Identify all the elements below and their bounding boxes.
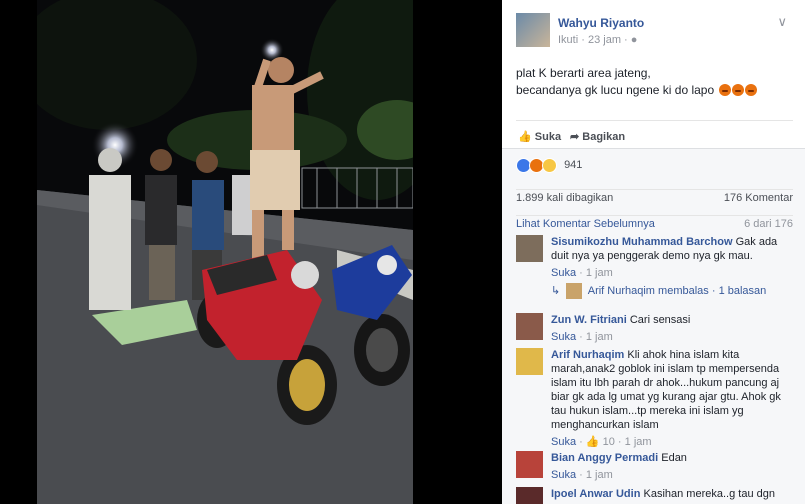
avatar[interactable] bbox=[516, 348, 543, 375]
post-text: plat K berarti area jateng, becandanya g… bbox=[516, 65, 796, 99]
reaction-count: 941 bbox=[564, 159, 583, 172]
reactions-bar[interactable]: 941 bbox=[516, 158, 583, 173]
post-time[interactable]: 23 jam bbox=[588, 34, 621, 46]
photo-viewer bbox=[0, 0, 502, 504]
comments-page: 6 dari 176 bbox=[744, 218, 793, 230]
comment-text: Cari sensasi bbox=[629, 314, 691, 326]
shares-row: 1.899 kali dibagikan 176 Komentar bbox=[516, 189, 793, 204]
comment-time[interactable]: 1 jam bbox=[586, 331, 613, 343]
sad-reaction-icon bbox=[542, 158, 557, 173]
comment-time[interactable]: 1 jam bbox=[586, 469, 613, 481]
previous-comments-link[interactable]: Lihat Komentar Sebelumnya bbox=[516, 218, 655, 230]
previous-comments-row: Lihat Komentar Sebelumnya 6 dari 176 bbox=[516, 215, 793, 230]
like-button[interactable]: 👍 Suka bbox=[518, 130, 561, 143]
post-actions: 👍 Suka ➦ Bagikan bbox=[516, 120, 793, 149]
comment-like-button[interactable]: Suka bbox=[551, 436, 576, 448]
avatar[interactable] bbox=[516, 235, 543, 262]
photo-scene bbox=[37, 0, 413, 504]
author-name[interactable]: Wahyu Riyanto bbox=[558, 16, 644, 30]
share-label: Bagikan bbox=[582, 131, 626, 143]
comment-time[interactable]: 1 jam bbox=[625, 436, 652, 448]
reply-author: Arif Nurhaqim bbox=[587, 284, 655, 297]
avatar[interactable] bbox=[516, 451, 543, 478]
post-header: Wahyu Riyanto Ikuti · 23 jam · ● ∨ bbox=[502, 0, 805, 52]
angry-emoji-icon bbox=[718, 84, 731, 96]
post-photo[interactable] bbox=[37, 0, 413, 504]
thumbs-up-icon: 👍 bbox=[585, 436, 600, 448]
avatar[interactable] bbox=[516, 487, 543, 504]
angry-emoji-icon bbox=[744, 84, 757, 96]
comment-text: Kli ahok hina islam kita marah,anak2 gob… bbox=[551, 349, 781, 431]
like-label: Suka bbox=[534, 131, 562, 143]
shares-count[interactable]: 1.899 kali dibagikan bbox=[516, 192, 613, 204]
reply-count: 1 balasan bbox=[718, 284, 767, 297]
commenter-name[interactable]: Zun W. Fitriani bbox=[551, 314, 627, 326]
angry-emoji-icon bbox=[731, 84, 744, 96]
reply-summary[interactable]: ↳ Arif Nurhaqim membalas · 1 balasan bbox=[551, 283, 766, 299]
reply-arrow-icon: ↳ bbox=[551, 284, 561, 297]
avatar[interactable] bbox=[516, 13, 550, 47]
share-button[interactable]: ➦ Bagikan bbox=[570, 130, 625, 143]
comment-like-button[interactable]: Suka bbox=[551, 469, 576, 481]
follow-link[interactable]: Ikuti bbox=[558, 34, 578, 46]
comment-text: Edan bbox=[661, 452, 687, 464]
comment-time[interactable]: 1 jam bbox=[586, 267, 613, 279]
reply-action: membalas bbox=[658, 284, 709, 297]
comment-like-button[interactable]: Suka bbox=[551, 331, 576, 343]
options-chevron-icon[interactable]: ∨ bbox=[777, 14, 787, 30]
post-sidebar: Wahyu Riyanto Ikuti · 23 jam · ● ∨ plat … bbox=[502, 0, 805, 504]
post-text-line1: plat K berarti area jateng, bbox=[516, 66, 651, 80]
commenter-name[interactable]: Bian Anggy Permadi bbox=[551, 452, 658, 464]
comment-like-button[interactable]: Suka bbox=[551, 267, 576, 279]
avatar[interactable] bbox=[516, 313, 543, 340]
post-text-line2: becandanya gk lucu ngene ki do lapo bbox=[516, 83, 715, 97]
comments-count[interactable]: 176 Komentar bbox=[724, 192, 793, 204]
commenter-name[interactable]: Ipoel Anwar Udin bbox=[551, 488, 640, 500]
avatar bbox=[566, 283, 583, 299]
comment-like-count[interactable]: 10 bbox=[603, 436, 615, 448]
post-meta: Ikuti · 23 jam · ● bbox=[558, 34, 638, 46]
commenter-name[interactable]: Sisumikozhu Muhammad Barchow bbox=[551, 236, 733, 248]
commenter-name[interactable]: Arif Nurhaqim bbox=[551, 349, 624, 361]
globe-icon: ● bbox=[630, 34, 638, 46]
